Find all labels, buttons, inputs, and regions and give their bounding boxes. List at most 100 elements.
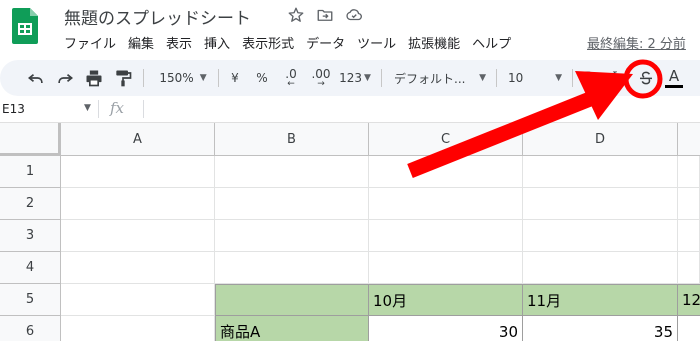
caret-down-icon: ▼ [199,73,207,83]
row-header-4[interactable]: 4 [0,252,61,284]
toolbar-divider [572,69,573,87]
text-color-swatch [665,85,683,88]
cell-c4[interactable] [369,252,523,284]
text-color-button[interactable]: A [664,66,684,90]
cell-c5[interactable]: 10月 [369,284,523,316]
italic-button[interactable]: I [607,66,621,90]
cell-e4[interactable] [678,252,700,284]
document-title[interactable]: 無題のスプレッドシート [64,4,251,29]
cell-e6[interactable] [678,316,700,341]
caret-down-icon: ▼ [363,73,371,83]
cell-a4[interactable] [61,252,215,284]
toolbar-divider [381,69,382,87]
menu-bar: ファイル 編集 表示 挿入 表示形式 データ ツール 拡張機能 ヘルプ [64,36,523,56]
cell-b3[interactable] [215,220,369,252]
menu-extensions[interactable]: 拡張機能 [408,36,460,56]
cell-e3[interactable] [678,220,700,252]
row-header-1[interactable]: 1 [0,156,61,188]
menu-edit[interactable]: 編集 [128,36,154,56]
font-family-select[interactable]: デフォルト... ▼ [394,66,486,90]
caret-down-icon: ▼ [479,73,486,83]
cell-c1[interactable] [369,156,523,188]
caret-down-icon[interactable]: ▼ [84,103,91,113]
formula-divider [143,100,144,118]
row-header-3[interactable]: 3 [0,220,61,252]
cell-d4[interactable] [523,252,678,284]
cell-d6[interactable]: 35 [523,316,678,341]
font-family-value: デフォルト... [394,71,466,86]
toolbar-divider [143,69,144,87]
column-header-a[interactable]: A [61,123,215,156]
app-header: 無題のスプレッドシート ファイル 編集 表示 挿入 表示形式 データ ツール 拡… [0,0,700,60]
currency-format-button[interactable]: ¥ [227,66,243,90]
select-all-corner[interactable] [0,123,61,156]
number-format-select[interactable]: 123 ▼ [338,66,372,90]
formula-bar: E13 ▼ fx [0,96,700,123]
menu-data[interactable]: データ [306,36,345,56]
decrease-decimal-button[interactable]: .0 ← [280,66,302,90]
cell-e5[interactable]: 12 [678,284,700,316]
zoom-value: 150% [159,71,194,85]
menu-insert[interactable]: 挿入 [204,36,230,56]
last-edit-link[interactable]: 最終編集: 2 分前 [587,36,686,54]
cell-a3[interactable] [61,220,215,252]
cell-b4[interactable] [215,252,369,284]
menu-help[interactable]: ヘルプ [472,36,511,56]
redo-icon[interactable] [53,66,77,90]
cell-e2[interactable] [678,188,700,220]
cell-a2[interactable] [61,188,215,220]
name-box[interactable]: E13 [2,102,25,116]
cell-a6[interactable] [61,316,215,341]
cell-d3[interactable] [523,220,678,252]
font-size-value: 10 [508,71,524,85]
row-header-5[interactable]: 5 [0,284,61,316]
menu-tools[interactable]: ツール [357,36,396,56]
toolbar: 150% ▼ ¥ % .0 ← .00 → 123 ▼ デフォルト... ▼ 10 ▼ … [0,60,700,96]
cell-b6[interactable]: 商品A [215,316,369,341]
bold-button[interactable]: B [580,66,596,90]
cell-d2[interactable] [523,188,678,220]
cell-d5[interactable]: 11月 [523,284,678,316]
row-header-6[interactable]: 6 [0,316,61,341]
move-folder-icon[interactable] [316,6,334,24]
cell-c3[interactable] [369,220,523,252]
cloud-saved-icon[interactable] [345,6,363,24]
paint-format-icon[interactable] [111,66,135,90]
spreadsheet-grid: A B C D 1 2 3 4 5 6 10月 11月 12 商品A 30 35 [0,123,700,341]
sheets-logo-icon[interactable] [12,8,38,44]
text-color-label: A [668,67,680,85]
cell-a5[interactable] [61,284,215,316]
undo-icon[interactable] [24,66,48,90]
toolbar-divider [496,69,497,87]
font-size-select[interactable]: 10 ▼ [508,66,562,90]
toolbar-divider [218,69,219,87]
star-icon[interactable] [287,6,305,24]
cell-b5[interactable] [215,284,369,316]
cell-b1[interactable] [215,156,369,188]
cell-d1[interactable] [523,156,678,188]
cell-a1[interactable] [61,156,215,188]
cell-b2[interactable] [215,188,369,220]
cell-c2[interactable] [369,188,523,220]
strikethrough-icon[interactable] [634,66,658,90]
arrow-right-icon: → [317,79,325,89]
cell-e1[interactable] [678,156,700,188]
cell-c6[interactable]: 30 [369,316,523,341]
column-header-b[interactable]: B [215,123,369,156]
menu-view[interactable]: 表示 [166,36,192,56]
fx-icon: fx [110,99,125,117]
percent-format-button[interactable]: % [254,66,270,90]
menu-file[interactable]: ファイル [64,36,116,56]
menu-format[interactable]: 表示形式 [242,36,294,56]
column-header-d[interactable]: D [523,123,678,156]
caret-down-icon: ▼ [555,73,562,83]
formula-divider [98,100,99,118]
print-icon[interactable] [82,66,106,90]
column-header-e[interactable] [678,123,700,156]
column-header-c[interactable]: C [369,123,523,156]
arrow-left-icon: ← [287,79,295,89]
zoom-select[interactable]: 150% ▼ [155,66,211,90]
row-header-2[interactable]: 2 [0,188,61,220]
number-format-label: 123 [339,71,362,85]
increase-decimal-button[interactable]: .00 → [308,66,334,90]
